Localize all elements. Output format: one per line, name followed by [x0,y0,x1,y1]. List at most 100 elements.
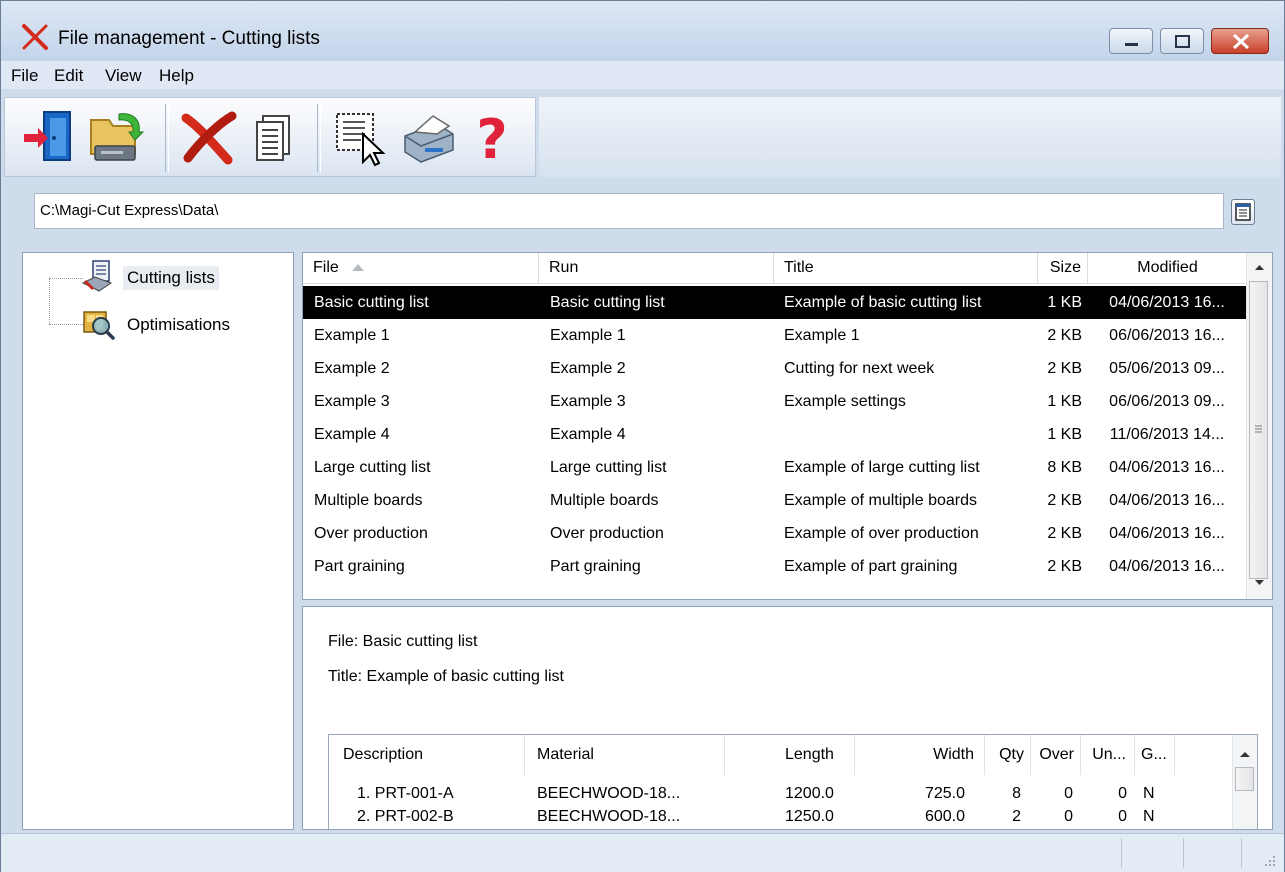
delete-icon[interactable] [178,106,240,168]
toolbar-separator [165,104,169,172]
toolbar: ? [4,97,536,177]
cell-run: Example 2 [550,360,626,377]
parts-scrollbar[interactable] [1232,735,1257,829]
browse-button[interactable] [1231,199,1255,225]
file-row[interactable]: Multiple boards Multiple boards Example … [303,484,1248,517]
file-row[interactable]: Example 3 Example 3 Example settings 1 K… [303,385,1248,418]
cell-modified: 04/06/2013 16... [1109,558,1225,575]
scroll-down-icon[interactable] [1247,573,1272,593]
path-field[interactable]: C:\Magi-Cut Express\Data\ [34,193,1224,229]
details-file: File: Basic cutting list [328,633,478,650]
cell-size: 2 KB [1047,492,1082,509]
parts-header-over[interactable]: Over [1031,735,1081,775]
details-title: Title: Example of basic cutting list [328,668,564,685]
print-icon[interactable] [397,106,459,168]
menu-bar: File Edit View Help [1,61,1284,89]
parts-header-under[interactable]: Un... [1081,735,1135,775]
parts-header-length[interactable]: Length [725,735,855,775]
file-row[interactable]: Example 1 Example 1 Example 1 2 KB 06/06… [303,319,1248,352]
cell-title: Example of part graining [784,558,958,575]
status-separator [1241,838,1242,868]
minimize-icon [1125,43,1138,46]
select-icon[interactable] [331,106,393,168]
app-logo-icon [22,24,48,50]
parts-row[interactable]: 2. PRT-002-B BEECHWOOD-18... 1250.0 600.… [329,808,1229,829]
file-row[interactable]: Example 4 Example 4 1 KB 11/06/2013 14..… [303,418,1248,451]
resize-grip-icon[interactable] [1263,854,1277,868]
tree-label: Optimisations [127,315,230,334]
cell-file: Large cutting list [314,459,431,476]
file-list: File Run Title Size Modified Basic cutti… [302,252,1273,600]
optimisations-icon [83,311,115,340]
cell-modified: 04/06/2013 16... [1109,525,1225,542]
column-header-run[interactable]: Run [539,253,774,283]
cell-file: Example 2 [314,360,390,377]
parts-header-qty[interactable]: Qty [985,735,1031,775]
cell-file: Part graining [314,558,405,575]
cell-modified: 04/06/2013 16... [1109,459,1225,476]
parts-header-width[interactable]: Width [855,735,985,775]
cell-description: 1. PRT-001-A [357,785,454,802]
parts-header-description[interactable]: Description [329,735,525,775]
cell-file: Example 1 [314,327,390,344]
file-list-scrollbar[interactable] [1246,253,1272,599]
cell-material: BEECHWOOD-18... [537,785,681,802]
maximize-button[interactable] [1160,28,1204,54]
file-row[interactable]: Over production Over production Example … [303,517,1248,550]
cell-run: Example 1 [550,327,626,344]
open-icon[interactable] [20,106,82,168]
cell-size: 2 KB [1047,327,1082,344]
cell-size: 2 KB [1047,558,1082,575]
scrollbar-thumb[interactable] [1249,281,1268,579]
file-list-header: File Run Title Size Modified [303,253,1248,284]
cell-modified: 06/06/2013 16... [1109,327,1225,344]
cell-file: Multiple boards [314,492,423,509]
cell-run: Part graining [550,558,641,575]
cell-over: 0 [1064,785,1073,802]
parts-header-material[interactable]: Material [525,735,725,775]
column-header-file[interactable]: File [303,253,539,283]
svg-text:?: ? [476,108,507,168]
cell-title: Example 1 [784,327,860,344]
cell-file: Over production [314,525,428,542]
parts-header-grain[interactable]: G... [1135,735,1175,775]
tree-connector [49,278,83,279]
cell-file: Example 4 [314,426,390,443]
file-row[interactable]: Part graining Part graining Example of p… [303,550,1248,583]
sort-ascending-icon [352,264,365,271]
menu-help[interactable]: Help [159,66,194,86]
minimize-button[interactable] [1109,28,1153,54]
cell-modified: 04/06/2013 16... [1109,294,1225,311]
file-row[interactable]: Large cutting list Large cutting list Ex… [303,451,1248,484]
menu-view[interactable]: View [105,66,142,86]
column-header-modified[interactable]: Modified [1088,253,1248,283]
menu-file[interactable]: File [11,66,38,86]
help-icon[interactable]: ? [461,106,523,168]
title-bar[interactable]: File management - Cutting lists [1,1,1284,61]
cell-modified: 11/06/2013 14... [1109,426,1225,443]
cell-run: Multiple boards [550,492,659,509]
open-folder-icon[interactable] [85,106,147,168]
menu-edit[interactable]: Edit [54,66,83,86]
file-row[interactable]: Basic cutting list Basic cutting list Ex… [303,286,1248,319]
folder-tree: Cutting lists Optimisations [22,252,294,830]
cell-description: 2. PRT-002-B [357,808,454,825]
file-row[interactable]: Example 2 Example 2 Cutting for next wee… [303,352,1248,385]
scrollbar-thumb[interactable] [1235,767,1254,791]
tree-connector [49,278,50,324]
cell-run: Large cutting list [550,459,667,476]
column-header-size[interactable]: Size [1038,253,1088,283]
column-header-title[interactable]: Title [774,253,1038,283]
scroll-up-icon[interactable] [1247,257,1272,277]
copy-icon[interactable] [243,106,305,168]
cell-size: 2 KB [1047,360,1082,377]
toolbar-separator [317,104,321,172]
status-bar [1,833,1284,872]
window-title: File management - Cutting lists [58,28,320,49]
details-panel: File: Basic cutting list Title: Example … [302,606,1273,830]
file-management-window: File management - Cutting lists File Edi… [0,0,1285,872]
parts-row[interactable]: 1. PRT-001-A BEECHWOOD-18... 1200.0 725.… [329,785,1229,807]
scroll-up-icon[interactable] [1233,743,1257,765]
close-button[interactable] [1211,28,1269,54]
column-header-label: File [313,259,339,276]
